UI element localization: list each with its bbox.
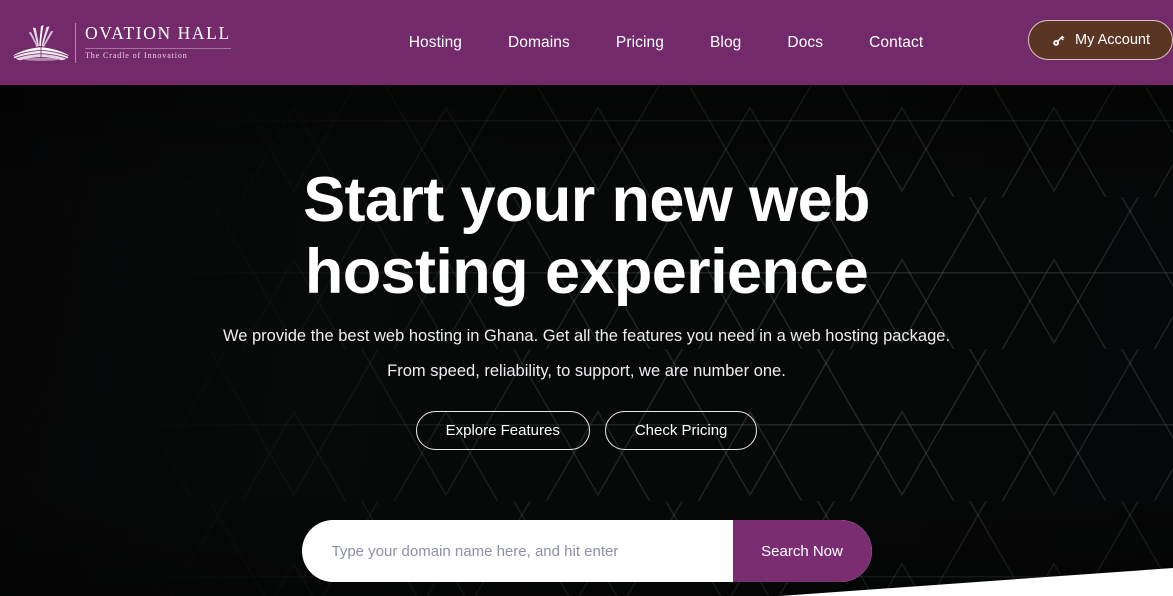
hero-content: Start your new web hosting experience We…	[0, 85, 1173, 596]
hero-subtitle: We provide the best web hosting in Ghana…	[222, 327, 951, 380]
hero-title-line-2: hosting experience	[304, 236, 869, 307]
nav-item-blog[interactable]: Blog	[687, 26, 764, 60]
nav-item-contact[interactable]: Contact	[846, 26, 946, 60]
page-root: OVATION HALL The Cradle of Innovation Ho…	[0, 0, 1173, 596]
domain-search-bar: Search Now	[301, 520, 872, 582]
check-pricing-button[interactable]: Check Pricing	[604, 411, 758, 450]
brand-tagline: The Cradle of Innovation	[85, 47, 231, 61]
main-nav: Hosting Domains Pricing Blog Docs Contac…	[386, 26, 947, 60]
my-account-button[interactable]: My Account	[1028, 20, 1173, 60]
nav-item-domains[interactable]: Domains	[485, 26, 593, 60]
search-now-button[interactable]: Search Now	[732, 520, 872, 582]
nav-item-pricing[interactable]: Pricing	[593, 26, 687, 60]
hero-action-buttons: Explore Features Check Pricing	[0, 411, 1173, 450]
nav-item-docs[interactable]: Docs	[764, 26, 846, 60]
my-account-label: My Account	[1075, 32, 1150, 48]
site-header: OVATION HALL The Cradle of Innovation Ho…	[0, 0, 1173, 85]
nav-item-hosting[interactable]: Hosting	[386, 26, 485, 60]
brand-divider	[75, 22, 76, 63]
hero-title-line-1: Start your new web	[303, 165, 870, 235]
domain-search-input[interactable]	[301, 520, 733, 582]
explore-features-button[interactable]: Explore Features	[415, 411, 590, 450]
brand-name: OVATION HALL	[85, 23, 231, 44]
brand-text: OVATION HALL The Cradle of Innovation	[85, 24, 231, 60]
hero-section: Start your new web hosting experience We…	[0, 85, 1173, 596]
key-icon	[1051, 33, 1066, 48]
brand-logo[interactable]: OVATION HALL The Cradle of Innovation	[10, 15, 231, 71]
page-title: Start your new web hosting experience	[0, 165, 1173, 309]
open-book-icon	[10, 20, 72, 66]
